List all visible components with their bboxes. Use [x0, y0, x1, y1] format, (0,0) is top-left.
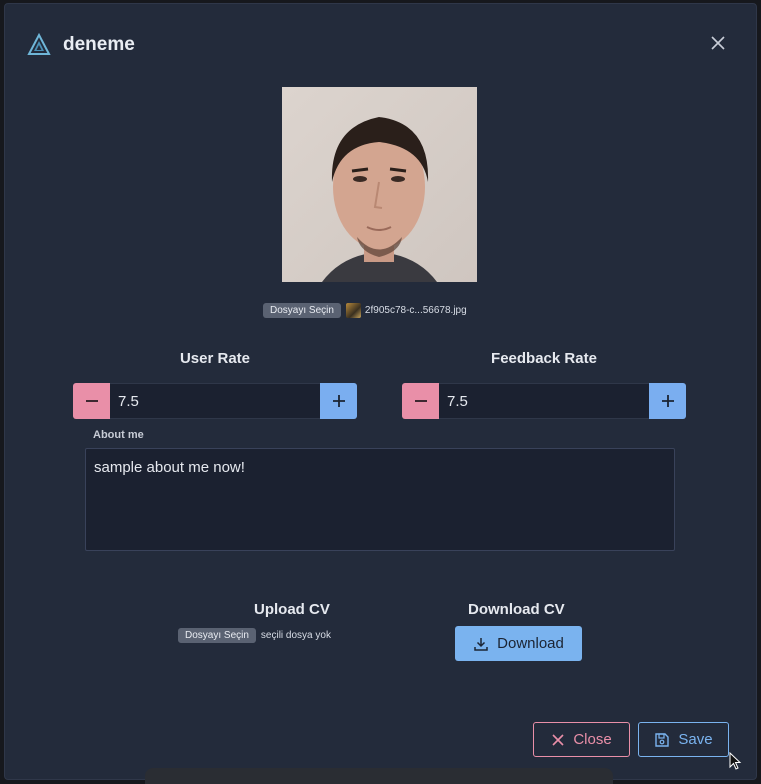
floppy-disk-icon — [655, 732, 670, 747]
save-button-label: Save — [678, 731, 713, 748]
feedback-rate-increment-button[interactable] — [649, 383, 686, 419]
download-button[interactable]: Download — [455, 626, 582, 661]
download-button-label: Download — [497, 635, 564, 652]
photo-file-name: 2f905c78-c...56678.jpg — [364, 305, 467, 316]
triangle-logo-icon — [27, 33, 51, 55]
user-rate-input[interactable] — [110, 383, 320, 419]
dialog: deneme Dosyayı Seçin 2f905c78-c...56678.… — [4, 3, 757, 780]
download-icon — [474, 637, 488, 651]
mouse-cursor-icon — [729, 752, 742, 770]
feedback-rate-decrement-button[interactable] — [402, 383, 439, 419]
plus-icon — [332, 395, 345, 407]
close-button[interactable]: Close — [533, 722, 630, 757]
user-rate-increment-button[interactable] — [320, 383, 357, 419]
photo-thumbnail — [345, 303, 361, 318]
bottom-toolbar — [145, 768, 613, 784]
upload-cv-label: Upload CV — [254, 601, 330, 618]
feedback-rate-input[interactable] — [439, 383, 649, 419]
dialog-header: deneme — [27, 33, 135, 57]
close-icon — [552, 733, 564, 746]
photo-file-picker: Dosyayı Seçin 2f905c78-c...56678.jpg — [263, 303, 467, 318]
close-icon[interactable] — [710, 35, 726, 51]
user-rate-label: User Rate — [179, 350, 251, 367]
user-rate-stepper — [73, 383, 357, 419]
dialog-title: deneme — [63, 34, 135, 55]
feedback-rate-stepper — [402, 383, 686, 419]
cv-file-picker: Dosyayı Seçin seçili dosya yok — [178, 628, 331, 643]
feedback-rate-label: Feedback Rate — [491, 350, 597, 367]
about-me-label: About me — [93, 429, 144, 441]
choose-cv-button[interactable]: Dosyayı Seçin — [178, 628, 256, 643]
about-me-textarea[interactable]: sample about me now! — [85, 448, 675, 551]
minus-icon — [85, 400, 98, 402]
profile-photo — [282, 87, 477, 282]
download-cv-label: Download CV — [468, 601, 565, 618]
minus-icon — [414, 400, 427, 402]
cv-file-status: seçili dosya yok — [260, 630, 331, 641]
user-rate-decrement-button[interactable] — [73, 383, 110, 419]
plus-icon — [661, 395, 674, 407]
close-button-label: Close — [573, 731, 612, 748]
choose-photo-button[interactable]: Dosyayı Seçin — [263, 303, 341, 318]
save-button[interactable]: Save — [638, 722, 729, 757]
